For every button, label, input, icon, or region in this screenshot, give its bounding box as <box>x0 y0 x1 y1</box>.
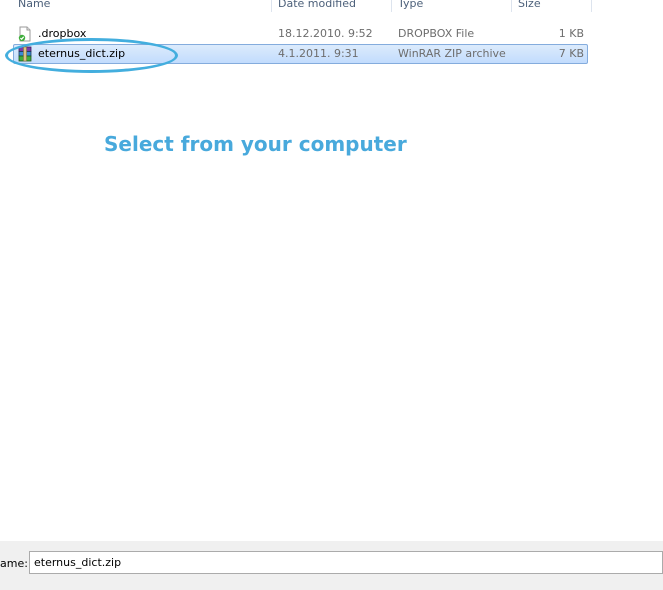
file-type: WinRAR ZIP archive <box>398 47 506 60</box>
file-row-dropbox[interactable]: .dropbox 18.12.2010. 9:52 DROPBOX File 1… <box>13 24 588 44</box>
bottom-bar: ame: <box>0 541 663 590</box>
dropbox-file-icon <box>17 26 33 42</box>
file-type: DROPBOX File <box>398 27 475 40</box>
winrar-zip-icon <box>17 46 33 62</box>
file-name-input[interactable] <box>29 551 663 574</box>
column-header-row: Name Date modified Type Size <box>0 0 663 12</box>
file-list: Name Date modified Type Size .dropbox 18… <box>0 0 663 541</box>
column-header-type[interactable]: Type <box>398 0 423 12</box>
file-name-label: ame: <box>0 557 28 570</box>
file-date-modified: 4.1.2011. 9:31 <box>278 47 359 60</box>
column-header-name[interactable]: Name <box>18 0 50 12</box>
file-name: eternus_dict.zip <box>38 47 126 60</box>
file-row-eternus-dict[interactable]: eternus_dict.zip 4.1.2011. 9:31 WinRAR Z… <box>13 44 588 64</box>
column-divider[interactable] <box>271 0 272 12</box>
file-size: 1 KB <box>558 27 584 40</box>
column-divider[interactable] <box>591 0 592 12</box>
column-divider[interactable] <box>511 0 512 12</box>
column-header-size[interactable]: Size <box>518 0 541 12</box>
file-name: .dropbox <box>38 27 87 40</box>
file-size: 7 KB <box>558 47 584 60</box>
file-date-modified: 18.12.2010. 9:52 <box>278 27 373 40</box>
callout-text: Select from your computer <box>104 132 407 156</box>
column-divider[interactable] <box>391 0 392 12</box>
column-header-date-modified[interactable]: Date modified <box>278 0 356 12</box>
